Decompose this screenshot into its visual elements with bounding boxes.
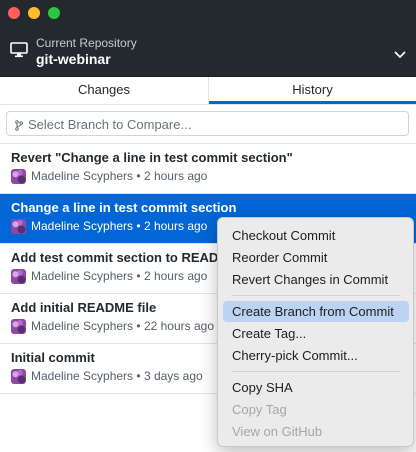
avatar xyxy=(11,319,26,334)
monitor-icon xyxy=(10,42,28,63)
tab-changes[interactable]: Changes xyxy=(0,77,209,104)
active-tab-indicator xyxy=(209,101,416,104)
menu-item-copy-sha[interactable]: Copy SHA xyxy=(223,377,409,398)
window-titlebar xyxy=(0,0,416,25)
menu-separator xyxy=(232,371,400,372)
menu-item-revert-changes[interactable]: Revert Changes in Commit xyxy=(223,269,409,290)
commit-title: Revert "Change a line in test commit sec… xyxy=(11,150,293,165)
menu-item-checkout-commit[interactable]: Checkout Commit xyxy=(223,225,409,246)
menu-item-view-on-github: View on GitHub xyxy=(232,424,323,439)
branch-compare-placeholder: Select Branch to Compare... xyxy=(28,117,192,132)
repository-selector[interactable]: Current Repository git-webinar xyxy=(0,25,416,77)
commit-meta: Madeline Scyphers • 2 hours ago xyxy=(31,269,208,283)
menu-item-create-branch[interactable]: Create Branch from Commit xyxy=(223,301,409,322)
commit-meta: Madeline Scyphers • 2 hours ago xyxy=(31,169,208,183)
zoom-window-button[interactable] xyxy=(48,7,60,19)
avatar xyxy=(11,219,26,234)
menu-item-copy-tag: Copy Tag xyxy=(232,402,287,417)
branch-icon xyxy=(15,118,23,136)
commit-meta: Madeline Scyphers • 2 hours ago xyxy=(31,219,208,233)
menu-item-create-tag[interactable]: Create Tag... xyxy=(223,323,409,344)
avatar xyxy=(11,369,26,384)
repository-caption: Current Repository xyxy=(36,36,137,50)
chevron-down-icon xyxy=(394,46,406,64)
commit-title: Add initial README file xyxy=(11,300,157,315)
menu-item-cherry-pick[interactable]: Cherry-pick Commit... xyxy=(223,345,409,366)
tab-history[interactable]: History xyxy=(209,77,416,104)
minimize-window-button[interactable] xyxy=(28,7,40,19)
commit-title: Add test commit section to README xyxy=(11,250,238,265)
avatar xyxy=(11,269,26,284)
menu-item-reorder-commit[interactable]: Reorder Commit xyxy=(223,247,409,268)
commit-meta: Madeline Scyphers • 22 hours ago xyxy=(31,319,215,333)
branch-compare-input[interactable]: Select Branch to Compare... xyxy=(6,111,409,136)
commit-title: Change a line in test commit section xyxy=(11,200,237,215)
commit-meta: Madeline Scyphers • 3 days ago xyxy=(31,369,203,383)
repository-name: git-webinar xyxy=(36,51,111,67)
commit-context-menu: Checkout Commit Reorder Commit Revert Ch… xyxy=(217,217,414,447)
commit-row[interactable]: Revert "Change a line in test commit sec… xyxy=(0,144,416,194)
menu-separator xyxy=(232,295,400,296)
avatar xyxy=(11,169,26,184)
close-window-button[interactable] xyxy=(8,7,20,19)
commit-title: Initial commit xyxy=(11,350,95,365)
